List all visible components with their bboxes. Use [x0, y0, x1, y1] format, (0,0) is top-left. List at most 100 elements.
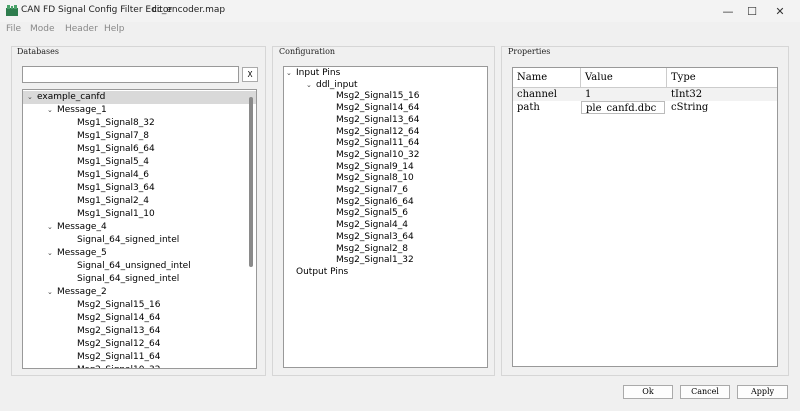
tree-item-label: Msg2_Signal14_64: [77, 313, 161, 323]
tree-item-signal[interactable]: Signal_64_signed_intel: [23, 273, 256, 286]
properties-title: Properties: [508, 47, 551, 56]
menu-help[interactable]: Help: [104, 24, 125, 34]
tree-item-label: Msg2_Signal15_16: [77, 300, 161, 310]
tree-item-signal[interactable]: Msg2_Signal12_64: [23, 338, 256, 351]
ok-button[interactable]: Ok: [623, 385, 673, 399]
tree-item-signal[interactable]: Msg2_Signal15_16: [23, 299, 256, 312]
property-value-editor[interactable]: ple_canfd.dbc: [581, 101, 665, 114]
tree-item-signal[interactable]: Msg2_Signal14_64: [23, 312, 256, 325]
tree-item-label: Message_1: [57, 105, 107, 115]
property-name: path: [517, 102, 540, 113]
tree-item-label: Msg2_Signal5_6: [336, 208, 408, 219]
tree-item-label: Msg1_Signal4_6: [77, 170, 149, 180]
tree-item-label: Msg1_Signal1_10: [77, 209, 155, 219]
tree-item-signal[interactable]: Msg1_Signal5_4: [23, 156, 256, 169]
tree-item-label: Signal_64_signed_intel: [77, 235, 180, 245]
expand-chevron-icon[interactable]: ⌄: [47, 286, 57, 299]
tree-item-signal[interactable]: Msg1_Signal6_64: [23, 143, 256, 156]
databases-tree[interactable]: ⌄ example_canfd ⌄ Message_1 Msg1_Signal8_32 M…: [22, 89, 257, 369]
window-title: CAN FD Signal Config Filter Editor: [21, 5, 173, 15]
column-header-name[interactable]: Name: [513, 68, 581, 88]
tree-item-label: Msg2_Signal12_64: [336, 126, 420, 137]
search-input[interactable]: [22, 66, 239, 83]
menu-mode[interactable]: Mode: [30, 24, 55, 34]
property-type: cString: [671, 102, 709, 113]
tree-item-label: Msg1_Signal2_4: [77, 196, 149, 206]
menu-bar: File Mode Header Help: [0, 22, 800, 38]
tree-item-group[interactable]: ⌄ Message_2: [23, 286, 256, 299]
tree-item-label: Msg2_Signal10_32: [77, 365, 160, 368]
tree-item-label: Msg1_Signal8_32: [77, 118, 155, 128]
tree-item-signal[interactable]: Signal_64_signed_intel: [23, 234, 256, 247]
tree-item-label: Msg1_Signal5_4: [77, 157, 149, 167]
tree-item-signal[interactable]: Msg1_Signal8_32: [23, 117, 256, 130]
menu-file[interactable]: File: [6, 24, 21, 34]
expand-chevron-icon[interactable]: ⌄: [47, 104, 57, 117]
tree-item-label: Msg2_Signal13_64: [77, 326, 161, 336]
property-row-path[interactable]: path ple_canfd.dbc cString: [513, 101, 777, 114]
expand-chevron-icon[interactable]: ⌄: [47, 247, 57, 260]
tree-item-signal[interactable]: Msg2_Signal13_64: [23, 325, 256, 338]
tree-item-label: ddl_input: [316, 79, 358, 90]
expand-chevron-icon[interactable]: ⌄: [27, 91, 37, 104]
tree-item-group[interactable]: ⌄ Message_4: [23, 221, 256, 234]
tree-item-label: Msg2_Signal8_10: [336, 173, 414, 184]
tree-item-label: Msg2_Signal3_64: [336, 231, 414, 242]
tree-item-label: example_canfd: [37, 92, 106, 102]
clear-search-button[interactable]: X: [242, 67, 258, 82]
tree-item-label: Msg2_Signal12_64: [77, 339, 161, 349]
tree-item-group[interactable]: ⌄ Message_1: [23, 104, 256, 117]
tree-item-label: Msg2_Signal13_64: [336, 114, 420, 125]
property-type: tInt32: [671, 89, 703, 100]
tree-item-signal[interactable]: Msg1_Signal2_4: [23, 195, 256, 208]
tree-item-label: Msg2_Signal11_64: [336, 138, 420, 149]
tree-item-root[interactable]: ⌄ example_canfd: [23, 91, 256, 104]
tree-item-signal[interactable]: Msg1_Signal7_8: [23, 130, 256, 143]
tree-item-label: Msg1_Signal7_8: [77, 131, 149, 141]
tree-item-label: Signal_64_signed_intel: [77, 274, 180, 284]
tree-item-label: Output Pins: [296, 266, 349, 277]
configuration-title: Configuration: [279, 47, 336, 56]
apply-button[interactable]: Apply: [737, 385, 788, 399]
tree-item-signal[interactable]: Msg2_Signal10_32: [23, 364, 256, 368]
expand-chevron-icon[interactable]: ⌄: [47, 221, 57, 234]
tree-item-root[interactable]: Output Pins: [284, 266, 487, 279]
tree-item-signal[interactable]: Msg1_Signal3_64: [23, 182, 256, 195]
databases-scrollbar[interactable]: [249, 97, 253, 267]
tree-item-label: Msg2_Signal1_32: [336, 255, 414, 266]
configuration-tree[interactable]: ⌄ Input Pins ⌄ ddl_input Msg2_Signal15_16 Msg…: [283, 66, 488, 368]
document-name: cc_encoder.map: [152, 5, 226, 15]
tree-item-label: Message_5: [57, 248, 107, 258]
tree-item-label: Msg1_Signal6_64: [77, 144, 155, 154]
property-name: channel: [517, 89, 557, 100]
title-bar: CAN FD Signal Config Filter Editor cc_en…: [0, 0, 800, 22]
tree-item-label: Signal_64_unsigned_intel: [77, 261, 191, 271]
tree-item-signal[interactable]: Msg1_Signal4_6: [23, 169, 256, 182]
tree-item-label: Msg2_Signal6_64: [336, 196, 414, 207]
tree-item-signal[interactable]: Signal_64_unsigned_intel: [23, 260, 256, 273]
app-icon: [6, 5, 18, 16]
tree-item-label: Msg2_Signal4_4: [336, 220, 408, 231]
tree-item-label: Msg2_Signal11_64: [77, 352, 161, 362]
close-button[interactable]: ✕: [764, 0, 796, 22]
tree-item-label: Msg2_Signal14_64: [336, 103, 420, 114]
tree-item-label: Input Pins: [296, 68, 341, 78]
tree-item-signal[interactable]: Msg2_Signal11_64: [23, 351, 256, 364]
property-row-channel[interactable]: channel 1 tInt32: [513, 88, 777, 101]
property-value[interactable]: 1: [581, 88, 667, 101]
tree-item-label: Msg2_Signal7_6: [336, 185, 408, 195]
properties-table: Name Value Type channel 1 tInt32 path pl…: [512, 67, 778, 367]
tree-item-label: Msg1_Signal3_64: [77, 183, 155, 193]
tree-item-label: Message_4: [57, 222, 107, 232]
tree-item-signal[interactable]: Msg1_Signal1_10: [23, 208, 256, 221]
menu-header[interactable]: Header: [65, 24, 98, 34]
tree-item-label: Msg2_Signal15_16: [336, 91, 420, 102]
tree-item-label: Message_2: [57, 287, 107, 297]
column-header-value[interactable]: Value: [581, 68, 667, 88]
tree-item-label: Msg2_Signal2_8: [336, 243, 408, 254]
tree-item-label: Msg2_Signal9_14: [336, 161, 414, 172]
tree-item-group[interactable]: ⌄ Message_5: [23, 247, 256, 260]
cancel-button[interactable]: Cancel: [680, 385, 730, 399]
tree-item-label: Msg2_Signal10_32: [336, 149, 420, 160]
column-header-type[interactable]: Type: [667, 68, 777, 88]
